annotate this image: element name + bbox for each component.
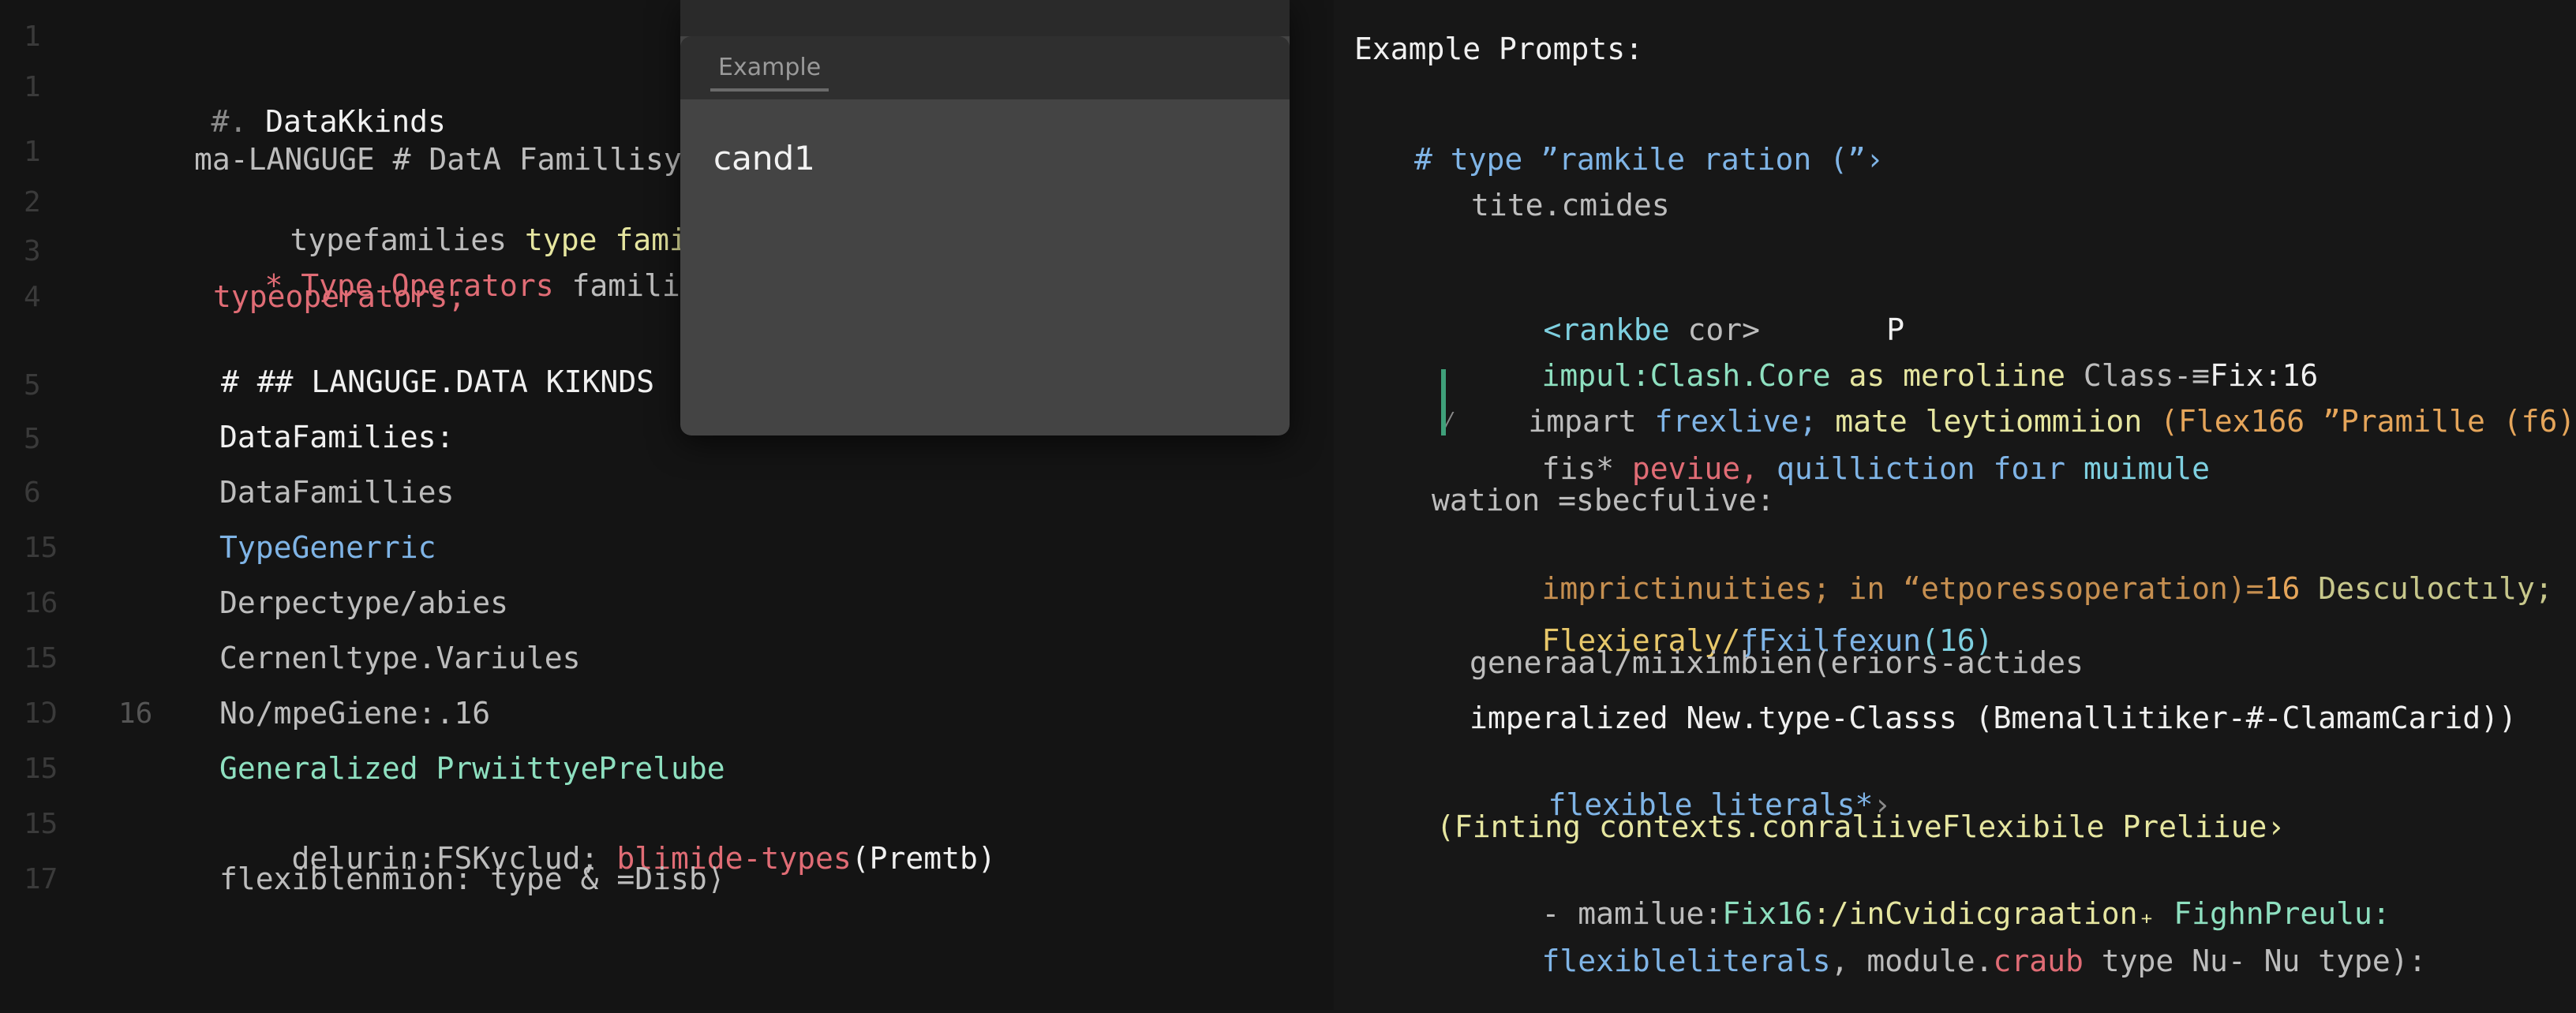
- tab-example[interactable]: Example: [718, 54, 821, 81]
- line-gutter: 1 1 1 2 3 4 5 5 6 15 16 15 1Ͻ 15 15 17: [0, 0, 87, 1010]
- line-number: 17: [24, 863, 58, 895]
- prompt-line: imperalized New.type-Classs (Bmenallitik…: [1470, 701, 2517, 735]
- line-number-secondary: 16: [118, 697, 153, 730]
- popup-header-strip: [680, 0, 1290, 36]
- code-line: DataFamillies: [219, 475, 455, 510]
- line-number: 4: [24, 281, 41, 313]
- code-line: TypeGenerric: [219, 530, 436, 565]
- panel-title: Example Prompts:: [1354, 32, 1644, 66]
- code-line: flexiblenmion: type & =Disb⟩: [219, 862, 725, 896]
- line-number: 5: [24, 369, 41, 402]
- code-line: No/mpeGiene:.16: [219, 696, 491, 731]
- line-number: 1: [24, 21, 41, 53]
- suggestion-item[interactable]: cand1: [713, 139, 815, 178]
- line-number: 1Ͻ: [24, 697, 58, 730]
- prompt-line: wation =sbecfulive:: [1432, 483, 1775, 518]
- code-line: typeoperators;: [213, 279, 466, 314]
- code-line: # ## LANGUGE.DATA KIKNDS: [221, 364, 655, 399]
- example-prompts-panel: Example Prompts: # type ”ramkile ration …: [1334, 0, 2576, 1010]
- popup-tab-bar: Example: [680, 36, 1290, 99]
- prompt-line: tite.cmides: [1471, 188, 1670, 222]
- line-number: 15: [24, 808, 58, 840]
- code-line: Generalized PrwiittyePrelube: [219, 751, 725, 786]
- prompt-line: flexibleliterals, module.craub type Nu- …: [1541, 944, 2427, 978]
- code-line: Derpectype/abies: [219, 585, 509, 620]
- change-marker: [1441, 369, 1446, 435]
- code-line: Cernenltype.Variules: [219, 641, 581, 675]
- line-number: 2: [24, 186, 41, 219]
- line-number: 15: [24, 753, 58, 785]
- code-line: ma-LANGUGE # DatA Famillisy: [194, 142, 682, 177]
- prompt-line: (Finting contexts.conraliiveFlexibile Pr…: [1436, 809, 2286, 844]
- line-number: 6: [24, 477, 41, 509]
- tab-underline: [710, 88, 829, 92]
- line-number: 3: [24, 235, 41, 267]
- line-number: 5: [24, 423, 41, 455]
- line-number: 16: [24, 587, 58, 619]
- code-line: DataFamilies:: [219, 420, 455, 454]
- line-number: 15: [24, 532, 58, 564]
- prompt-line: generaal/miiximbien(eriors-actides: [1470, 645, 2084, 680]
- line-number: 15: [24, 642, 58, 675]
- line-number: 1: [24, 136, 41, 168]
- prompt-line: # type ”ramkile ration (”›: [1414, 142, 1884, 177]
- line-number: 1: [24, 71, 41, 103]
- autocomplete-popup[interactable]: Example cand1: [680, 0, 1290, 435]
